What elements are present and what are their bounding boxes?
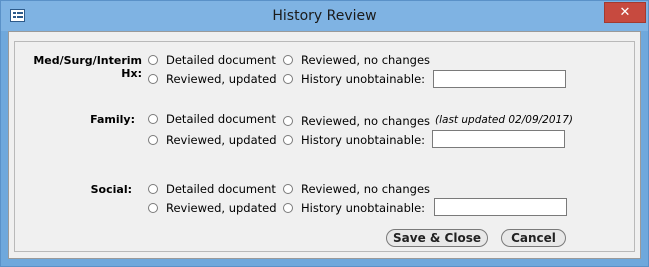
social-detailed-radio[interactable]: Detailed document (148, 182, 276, 196)
option-label: History unobtainable: (301, 201, 426, 215)
option-label: Reviewed, no changes (301, 53, 431, 67)
option-label: History unobtainable: (301, 72, 426, 86)
social-unobtainable-radio[interactable]: History unobtainable: (283, 201, 425, 215)
med-unobtainable-input[interactable] (433, 70, 566, 88)
med-reviewed-updated-radio[interactable]: Reviewed, updated (148, 72, 277, 86)
family-unobtainable-input[interactable] (432, 130, 565, 148)
social-unobtainable-input[interactable] (434, 198, 567, 216)
med-reviewed-no-changes-radio[interactable]: Reviewed, no changes (283, 53, 430, 67)
social-reviewed-no-changes-radio[interactable]: Reviewed, no changes (283, 182, 430, 196)
dialog-body: Med/Surg/Interim Hx: Detailed document R… (8, 31, 641, 259)
option-label: Reviewed, updated (166, 201, 277, 215)
radio-icon (148, 184, 158, 194)
family-label: Family: (90, 113, 135, 126)
radio-icon (283, 55, 293, 65)
title-bar[interactable]: History Review ✕ (1, 1, 648, 31)
radio-icon (148, 203, 158, 213)
history-review-window: History Review ✕ Med/Surg/Interim Hx: De… (0, 0, 649, 267)
history-panel: Med/Surg/Interim Hx: Detailed document R… (14, 41, 635, 252)
social-reviewed-updated-radio[interactable]: Reviewed, updated (148, 201, 277, 215)
radio-icon (148, 55, 158, 65)
option-label: Detailed document (166, 53, 276, 67)
family-unobtainable-radio[interactable]: History unobtainable: (283, 133, 425, 147)
family-reviewed-updated-radio[interactable]: Reviewed, updated (148, 133, 277, 147)
option-label: Detailed document (166, 182, 276, 196)
radio-icon (148, 74, 158, 84)
radio-icon (283, 116, 293, 126)
close-button[interactable]: ✕ (604, 2, 646, 23)
family-detailed-radio[interactable]: Detailed document (148, 112, 276, 126)
med-surg-label: Med/Surg/Interim Hx: (33, 54, 142, 80)
option-label: History unobtainable: (301, 133, 426, 147)
family-reviewed-no-changes-radio[interactable]: Reviewed, no changes (283, 114, 430, 128)
social-label: Social: (90, 183, 132, 196)
window-title: History Review (272, 8, 377, 24)
save-close-button[interactable]: Save & Close (386, 229, 488, 247)
option-label: Reviewed, updated (166, 72, 277, 86)
radio-icon (148, 135, 158, 145)
family-last-updated-note: (last updated 02/09/2017) (435, 114, 573, 126)
option-label: Detailed document (166, 112, 276, 126)
med-unobtainable-radio[interactable]: History unobtainable: (283, 72, 425, 86)
cancel-button[interactable]: Cancel (501, 229, 566, 247)
radio-icon (283, 74, 293, 84)
option-label: Reviewed, no changes (301, 114, 431, 128)
option-label: Reviewed, updated (166, 133, 277, 147)
radio-icon (283, 203, 293, 213)
radio-icon (283, 135, 293, 145)
option-label: Reviewed, no changes (301, 182, 431, 196)
radio-icon (148, 114, 158, 124)
med-detailed-radio[interactable]: Detailed document (148, 53, 276, 67)
radio-icon (283, 184, 293, 194)
